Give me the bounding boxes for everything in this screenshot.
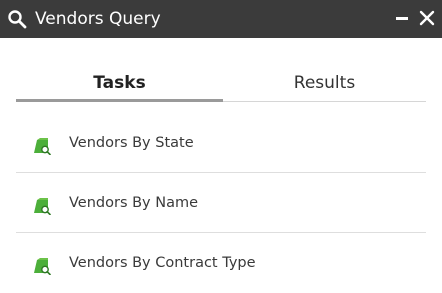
task-item-vendors-by-name[interactable]: Vendors By Name: [16, 173, 426, 233]
window-title: Vendors Query: [35, 9, 161, 29]
task-label: Vendors By State: [69, 135, 194, 151]
minimize-icon[interactable]: [396, 17, 408, 20]
close-icon[interactable]: [417, 8, 437, 28]
title-bar: Vendors Query: [0, 0, 442, 38]
query-layer-icon: [34, 138, 51, 155]
query-layer-icon: [34, 258, 51, 275]
search-icon: [8, 10, 27, 29]
query-layer-icon: [34, 198, 51, 215]
active-tab-indicator: [16, 99, 223, 102]
tab-tasks[interactable]: Tasks: [16, 67, 223, 102]
task-item-vendors-by-state[interactable]: Vendors By State: [16, 113, 426, 173]
task-item-vendors-by-contract-type[interactable]: Vendors By Contract Type: [16, 233, 426, 293]
task-list: Vendors By State Vendors By Name Vendors…: [16, 113, 426, 293]
task-label: Vendors By Name: [69, 195, 199, 211]
tab-results[interactable]: Results: [223, 67, 426, 102]
task-label: Vendors By Contract Type: [69, 255, 256, 271]
tab-bar: Tasks Results: [16, 67, 426, 102]
